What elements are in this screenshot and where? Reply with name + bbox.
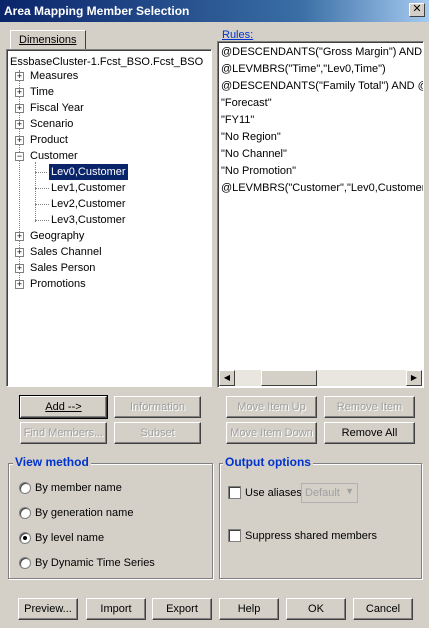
use-aliases-label[interactable]: Use aliases	[245, 487, 302, 499]
tree-connector	[35, 188, 49, 189]
collapse-icon[interactable]: −	[15, 152, 24, 161]
use-aliases-checkbox[interactable]	[228, 486, 241, 499]
alias-table-select[interactable]: Default ▼	[301, 483, 358, 503]
tree-connector	[35, 204, 49, 205]
rule-item[interactable]: "Forecast"	[221, 97, 272, 109]
title-bar: Area Mapping Member Selection ✕	[0, 0, 429, 22]
dimension-tree[interactable]: EssbaseCluster-1.Fcst_BSO.Fcst_BSO + Mea…	[6, 49, 212, 387]
rule-item[interactable]: "FY11"	[221, 114, 254, 126]
horizontal-scrollbar[interactable]: ◀ ▶	[219, 370, 422, 386]
radio-dynamic-time-series-label[interactable]: By Dynamic Time Series	[35, 557, 155, 569]
import-button[interactable]: Import	[86, 598, 146, 620]
rule-item[interactable]: "No Promotion"	[221, 165, 296, 177]
output-options-title: Output options	[223, 455, 313, 469]
output-options-group	[219, 463, 422, 579]
rules-label: Rules:	[222, 29, 254, 41]
export-button[interactable]: Export	[152, 598, 212, 620]
chevron-down-icon: ▼	[345, 486, 354, 496]
help-button[interactable]: Help	[219, 598, 279, 620]
tree-item-scenario[interactable]: Scenario	[30, 116, 73, 132]
alias-table-value: Default	[305, 487, 340, 499]
scroll-thumb[interactable]	[261, 370, 317, 386]
expand-icon[interactable]: +	[15, 136, 24, 145]
expand-icon[interactable]: +	[15, 72, 24, 81]
rules-list[interactable]: @DESCENDANTS("Gross Margin") AND @ @LEVM…	[217, 41, 424, 388]
expand-icon[interactable]: +	[15, 88, 24, 97]
tree-item-sales-person[interactable]: Sales Person	[30, 260, 95, 276]
tree-item-customer[interactable]: Customer	[30, 148, 78, 164]
remove-all-button[interactable]: Remove All	[324, 422, 415, 444]
window-title: Area Mapping Member Selection	[4, 4, 190, 18]
find-members-button[interactable]: Find Members...	[20, 422, 107, 444]
rule-item[interactable]: "No Channel"	[221, 148, 287, 160]
rule-item[interactable]: @LEVMBRS("Customer","Lev0,Customer")	[221, 182, 423, 194]
move-item-down-button[interactable]: Move Item Down	[226, 422, 317, 444]
tree-connector	[35, 220, 49, 221]
tree-item-promotions[interactable]: Promotions	[30, 276, 86, 292]
tree-item-time[interactable]: Time	[30, 84, 54, 100]
add-button[interactable]: Add -->	[19, 395, 108, 419]
radio-dynamic-time-series[interactable]	[19, 557, 31, 569]
suppress-shared-label[interactable]: Suppress shared members	[245, 530, 377, 542]
remove-item-button[interactable]: Remove Item	[324, 396, 415, 418]
expand-icon[interactable]: +	[15, 248, 24, 257]
tree-item-measures[interactable]: Measures	[30, 68, 78, 84]
tree-item-lev3-customer[interactable]: Lev3,Customer	[51, 212, 126, 228]
scroll-right-icon[interactable]: ▶	[406, 370, 422, 386]
expand-icon[interactable]: +	[15, 120, 24, 129]
tree-item-geography[interactable]: Geography	[30, 228, 84, 244]
radio-generation-name[interactable]	[19, 507, 31, 519]
radio-generation-name-label[interactable]: By generation name	[35, 507, 133, 519]
expand-icon[interactable]: +	[15, 264, 24, 273]
radio-level-name-label[interactable]: By level name	[35, 532, 104, 544]
tree-branch-line	[35, 162, 36, 222]
radio-member-name[interactable]	[19, 482, 31, 494]
tree-connector	[35, 172, 49, 173]
view-method-title: View method	[13, 455, 91, 469]
expand-icon[interactable]: +	[15, 104, 24, 113]
radio-member-name-label[interactable]: By member name	[35, 482, 122, 494]
expand-icon[interactable]: +	[15, 280, 24, 289]
move-item-up-button[interactable]: Move Item Up	[226, 396, 317, 418]
rule-item[interactable]: @LEVMBRS("Time","Lev0,Time")	[221, 63, 386, 75]
suppress-shared-checkbox[interactable]	[228, 529, 241, 542]
cancel-button[interactable]: Cancel	[353, 598, 413, 620]
radio-level-name[interactable]	[19, 532, 31, 544]
rule-item[interactable]: "No Region"	[221, 131, 281, 143]
preview-button[interactable]: Preview...	[18, 598, 78, 620]
scroll-left-icon[interactable]: ◀	[219, 370, 235, 386]
tree-item-lev0-customer[interactable]: Lev0,Customer	[48, 163, 129, 181]
tree-item-lev2-customer[interactable]: Lev2,Customer	[51, 196, 126, 212]
subset-button[interactable]: Subset	[114, 422, 201, 444]
tree-item-sales-channel[interactable]: Sales Channel	[30, 244, 102, 260]
information-button[interactable]: Information	[114, 396, 201, 418]
expand-icon[interactable]: +	[15, 232, 24, 241]
close-icon[interactable]: ✕	[409, 3, 425, 17]
ok-button[interactable]: OK	[286, 598, 346, 620]
rule-item[interactable]: @DESCENDANTS("Family Total") AND @L	[221, 80, 423, 92]
tab-dimensions[interactable]: Dimensions	[10, 30, 86, 50]
tab-dimensions-label: Dimensions	[19, 34, 77, 46]
rule-item[interactable]: @DESCENDANTS("Gross Margin") AND @	[221, 46, 423, 58]
tree-item-lev1-customer[interactable]: Lev1,Customer	[51, 180, 126, 196]
tree-item-product[interactable]: Product	[30, 132, 68, 148]
tree-item-fiscal-year[interactable]: Fiscal Year	[30, 100, 84, 116]
